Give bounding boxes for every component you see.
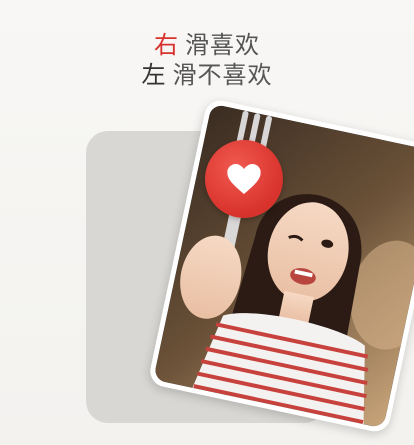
swipe-right-direction: 右 [154,31,179,59]
swipe-left-hint: 左滑不喜欢 [0,60,414,90]
swipe-right-action: 滑喜欢 [185,31,260,59]
swipe-instructions: 右滑喜欢 左滑不喜欢 [0,30,414,90]
swipe-right-hint: 右滑喜欢 [0,30,414,60]
heart-icon [227,164,261,194]
swipe-left-direction: 左 [141,61,167,89]
tutorial-screen: 右滑喜欢 左滑不喜欢 [0,0,414,445]
like-button[interactable] [205,140,283,218]
swipe-left-action: 滑不喜欢 [172,61,273,89]
